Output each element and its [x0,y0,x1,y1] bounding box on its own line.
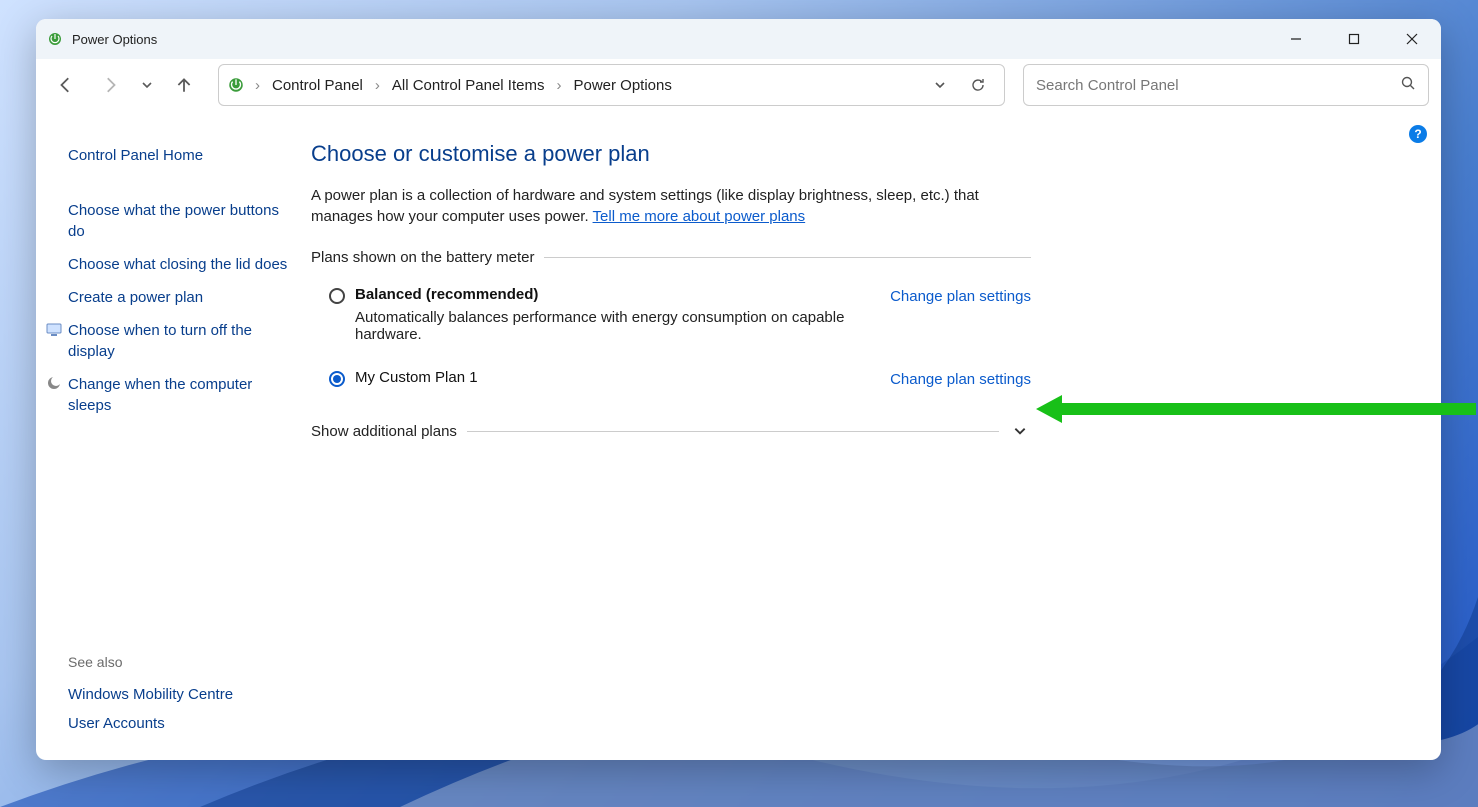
search-box[interactable] [1023,64,1429,106]
see-also-mobility-centre[interactable]: Windows Mobility Centre [68,680,299,709]
address-icon [225,74,247,96]
see-also-user-accounts[interactable]: User Accounts [68,709,299,738]
chevron-down-icon[interactable] [1009,420,1031,442]
breadcrumb-item[interactable]: Power Options [565,73,679,98]
see-also-label: See also [68,654,299,670]
body: ? Control Panel Home Choose what the pow… [36,111,1441,760]
sidebar-link-label: Change when the computer sleeps [68,376,252,414]
control-panel-window: Power Options [36,19,1441,760]
page-description: A power plan is a collection of hardware… [311,185,1011,227]
search-input[interactable] [1036,77,1400,94]
control-panel-home-link[interactable]: Control Panel Home [68,141,299,170]
plan-name[interactable]: My Custom Plan 1 [355,369,880,386]
display-icon [46,321,62,337]
chevron-right-icon: › [253,77,262,94]
power-options-icon [46,30,64,48]
change-plan-settings-link[interactable]: Change plan settings [890,371,1031,388]
address-history-dropdown[interactable] [924,69,956,101]
plan-description: Automatically balances performance with … [355,309,880,343]
page-heading: Choose or customise a power plan [311,141,1031,167]
chevron-right-icon: › [373,77,382,94]
forward-button[interactable] [92,67,128,103]
section-label: Plans shown on the battery meter [311,249,534,266]
nav-row: › Control Panel › All Control Panel Item… [36,59,1441,111]
address-bar[interactable]: › Control Panel › All Control Panel Item… [218,64,1005,106]
sidebar-link-turn-off-display[interactable]: Choose when to turn off the display [68,316,299,366]
refresh-button[interactable] [962,69,994,101]
plan-radio[interactable] [329,288,345,304]
plan-radio[interactable] [329,371,345,387]
back-button[interactable] [48,67,84,103]
section-label: Show additional plans [311,423,457,440]
see-also: See also Windows Mobility Centre User Ac… [68,654,299,742]
plan-row-custom: My Custom Plan 1 Change plan settings [311,361,1031,406]
search-icon [1400,75,1416,96]
sidebar-link-create-plan[interactable]: Create a power plan [68,283,299,312]
sidebar-link-sleep[interactable]: Change when the computer sleeps [68,370,299,420]
close-button[interactable] [1383,19,1441,59]
plan-name[interactable]: Balanced (recommended) [355,286,880,303]
learn-more-link[interactable]: Tell me more about power plans [593,208,806,225]
moon-icon [46,375,62,391]
plan-row-balanced: Balanced (recommended) Automatically bal… [311,278,1031,361]
window-controls [1267,19,1441,59]
minimize-button[interactable] [1267,19,1325,59]
window-title: Power Options [72,32,157,47]
main-content: Choose or customise a power plan A power… [311,111,1071,760]
recent-dropdown[interactable] [136,67,158,103]
plans-shown-header: Plans shown on the battery meter [311,249,1031,266]
breadcrumb-item[interactable]: All Control Panel Items [384,73,553,98]
breadcrumb-item[interactable]: Control Panel [264,73,371,98]
maximize-button[interactable] [1325,19,1383,59]
sidebar-link-label: Choose when to turn off the display [68,322,252,360]
help-icon[interactable]: ? [1409,125,1427,143]
sidebar: Control Panel Home Choose what the power… [36,111,311,760]
chevron-right-icon: › [554,77,563,94]
show-additional-plans[interactable]: Show additional plans [311,420,1031,442]
sidebar-link-power-buttons[interactable]: Choose what the power buttons do [68,196,299,246]
sidebar-link-closing-lid[interactable]: Choose what closing the lid does [68,250,299,279]
up-button[interactable] [166,67,202,103]
change-plan-settings-link[interactable]: Change plan settings [890,288,1031,305]
titlebar: Power Options [36,19,1441,59]
breadcrumb: › Control Panel › All Control Panel Item… [253,73,918,98]
